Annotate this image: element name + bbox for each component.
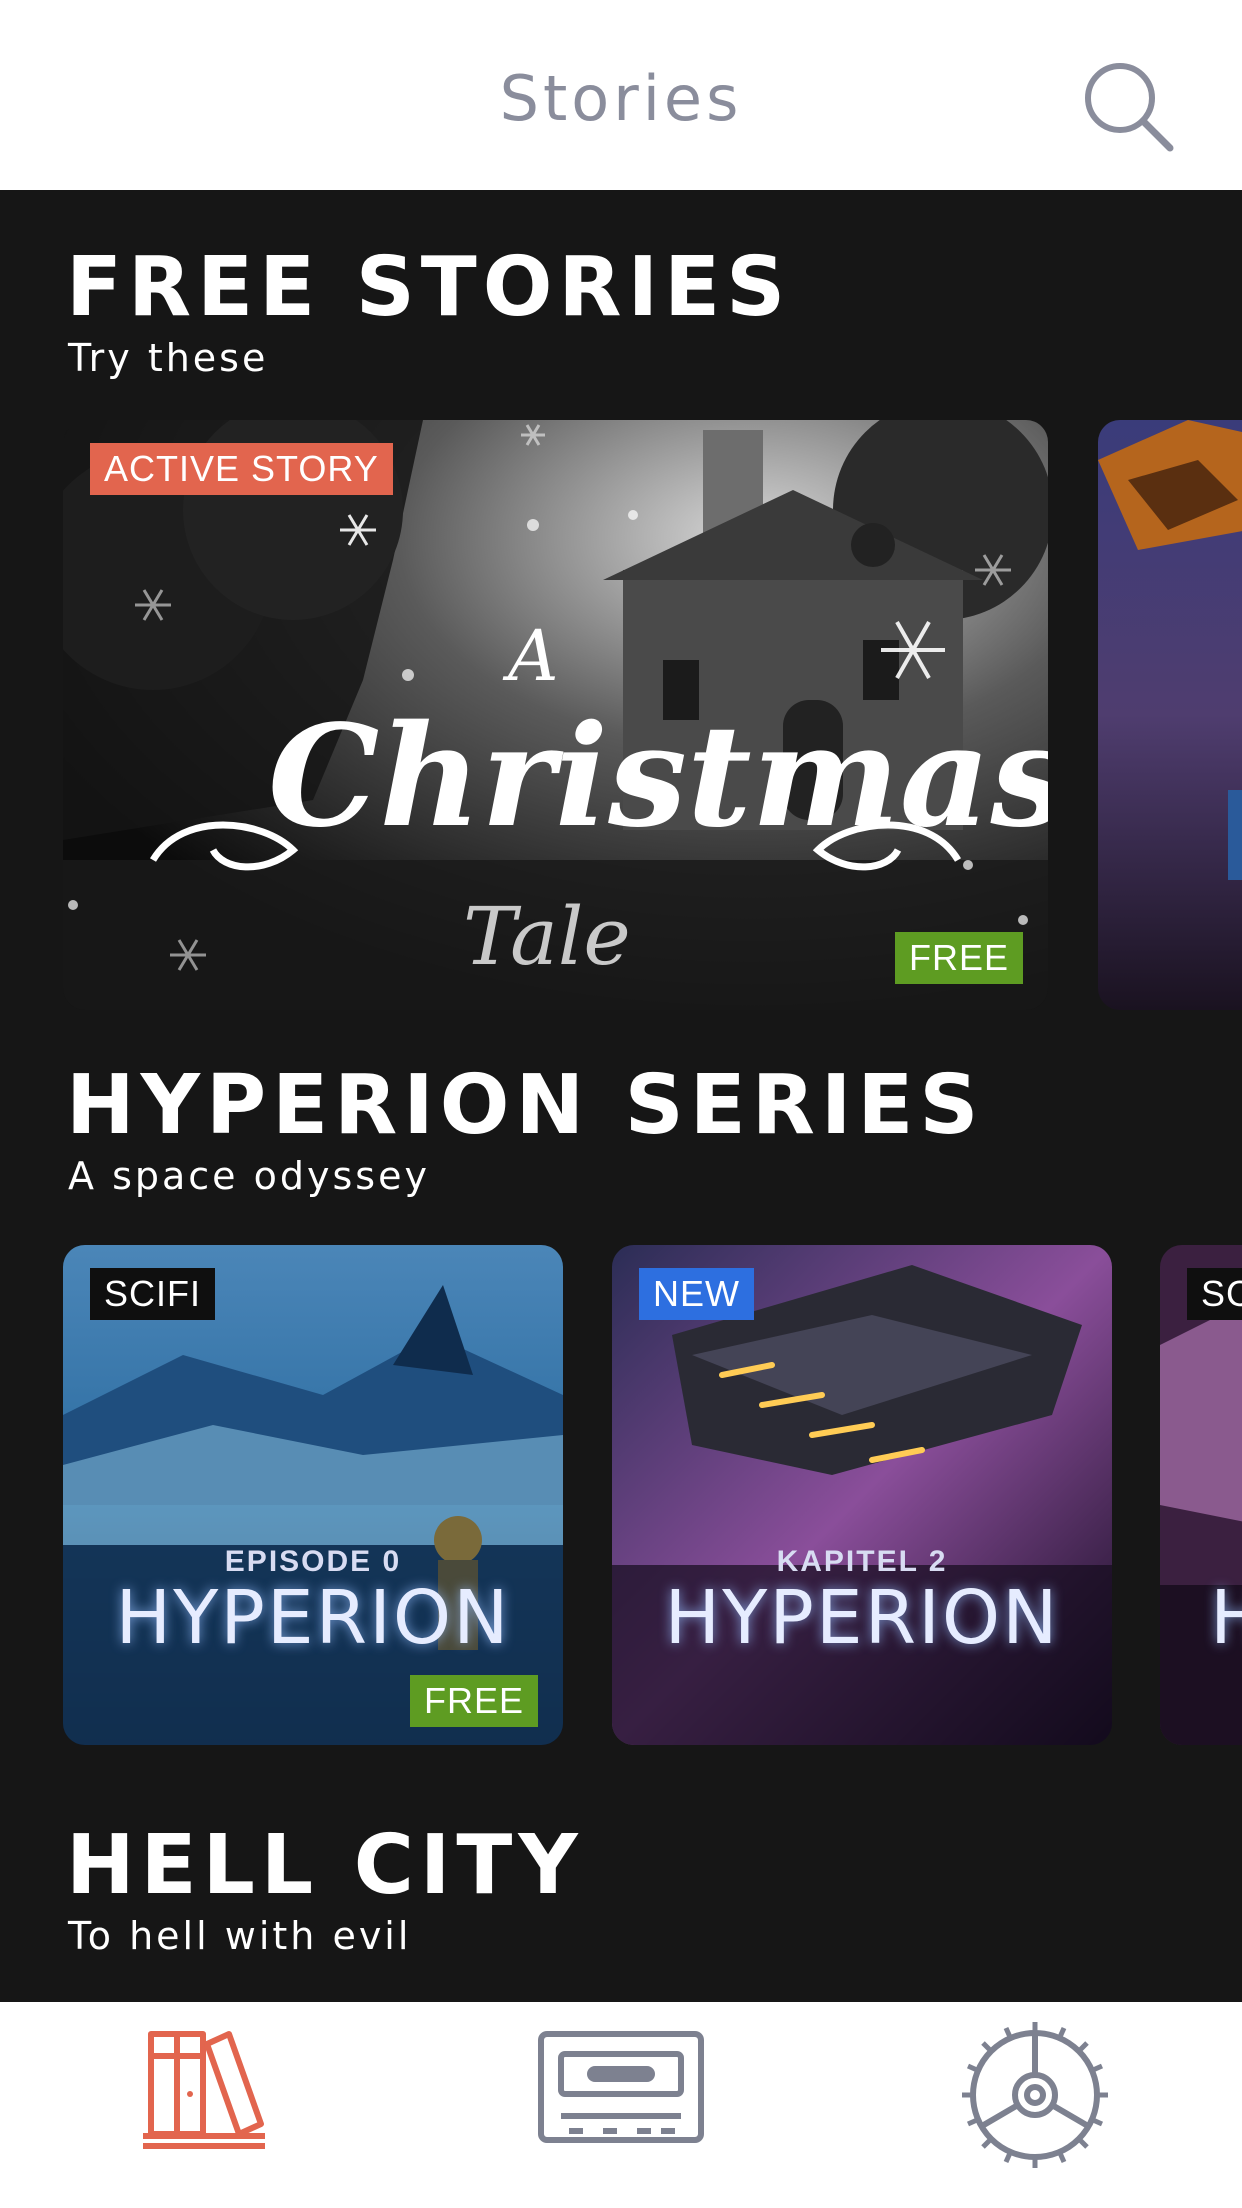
stories-feed[interactable]: FREE STORIES Try these ACTIVE STORY A Ch… xyxy=(0,190,1242,2002)
cover-title-line3: Tale xyxy=(463,890,631,983)
section-title-hyperion-series: HYPERION SERIES xyxy=(66,1058,985,1153)
story-card-christmas-tale[interactable]: ACTIVE STORY A Christmas Tale FREE xyxy=(63,420,1048,1010)
story-card-hyperion-peek[interactable]: SC H xyxy=(1160,1245,1242,1745)
story-cover-art xyxy=(63,1245,563,1745)
episode-label: EPISODE 0 xyxy=(224,1545,402,1578)
free-badge: FREE xyxy=(410,1675,539,1727)
section-subtitle-hyperion-series: A space odyssey xyxy=(68,1154,430,1198)
tab-audio[interactable] xyxy=(414,2002,828,2208)
section-title-free-stories: FREE STORIES xyxy=(66,240,792,335)
episode-title: HYPERION xyxy=(664,1575,1060,1661)
story-cover-art xyxy=(612,1245,1112,1745)
search-icon[interactable] xyxy=(1080,58,1176,154)
episode-label: KAPITEL 2 xyxy=(776,1545,948,1578)
library-books-icon xyxy=(143,2031,265,2149)
genre-badge: SCIFI xyxy=(90,1268,216,1320)
cover-title-line1: A xyxy=(508,615,559,697)
tab-settings[interactable] xyxy=(828,2002,1242,2208)
active-story-badge: ACTIVE STORY xyxy=(90,443,393,495)
section-title-hell-city: HELL CITY xyxy=(66,1818,584,1913)
free-badge: FREE xyxy=(895,932,1024,984)
top-bar: Stories xyxy=(0,0,1242,190)
genre-badge: SC xyxy=(1187,1268,1242,1320)
bottom-tab-bar xyxy=(0,2002,1242,2208)
section-subtitle-free-stories: Try these xyxy=(68,336,269,380)
page-title: Stories xyxy=(499,62,743,135)
story-card-hyperion-episode-0[interactable]: SCIFI EPISODE 0 HYPERION FREE xyxy=(63,1245,563,1745)
settings-gear-icon xyxy=(962,2022,1108,2168)
episode-title: HYPERION xyxy=(115,1575,511,1661)
story-cover-art xyxy=(1098,420,1242,1010)
story-cover-art xyxy=(1160,1245,1242,1745)
story-card-peek[interactable] xyxy=(1098,420,1242,1010)
section-subtitle-hell-city: To hell with evil xyxy=(68,1914,412,1958)
tab-library[interactable] xyxy=(0,2002,414,2208)
episode-title: H xyxy=(1210,1575,1242,1661)
story-card-hyperion-kapitel-2[interactable]: NEW KAPITEL 2 HYPERION xyxy=(612,1245,1112,1745)
new-badge: NEW xyxy=(639,1268,754,1320)
cover-title-line2: Christmas xyxy=(268,695,1048,859)
cassette-tape-icon xyxy=(538,2031,704,2143)
